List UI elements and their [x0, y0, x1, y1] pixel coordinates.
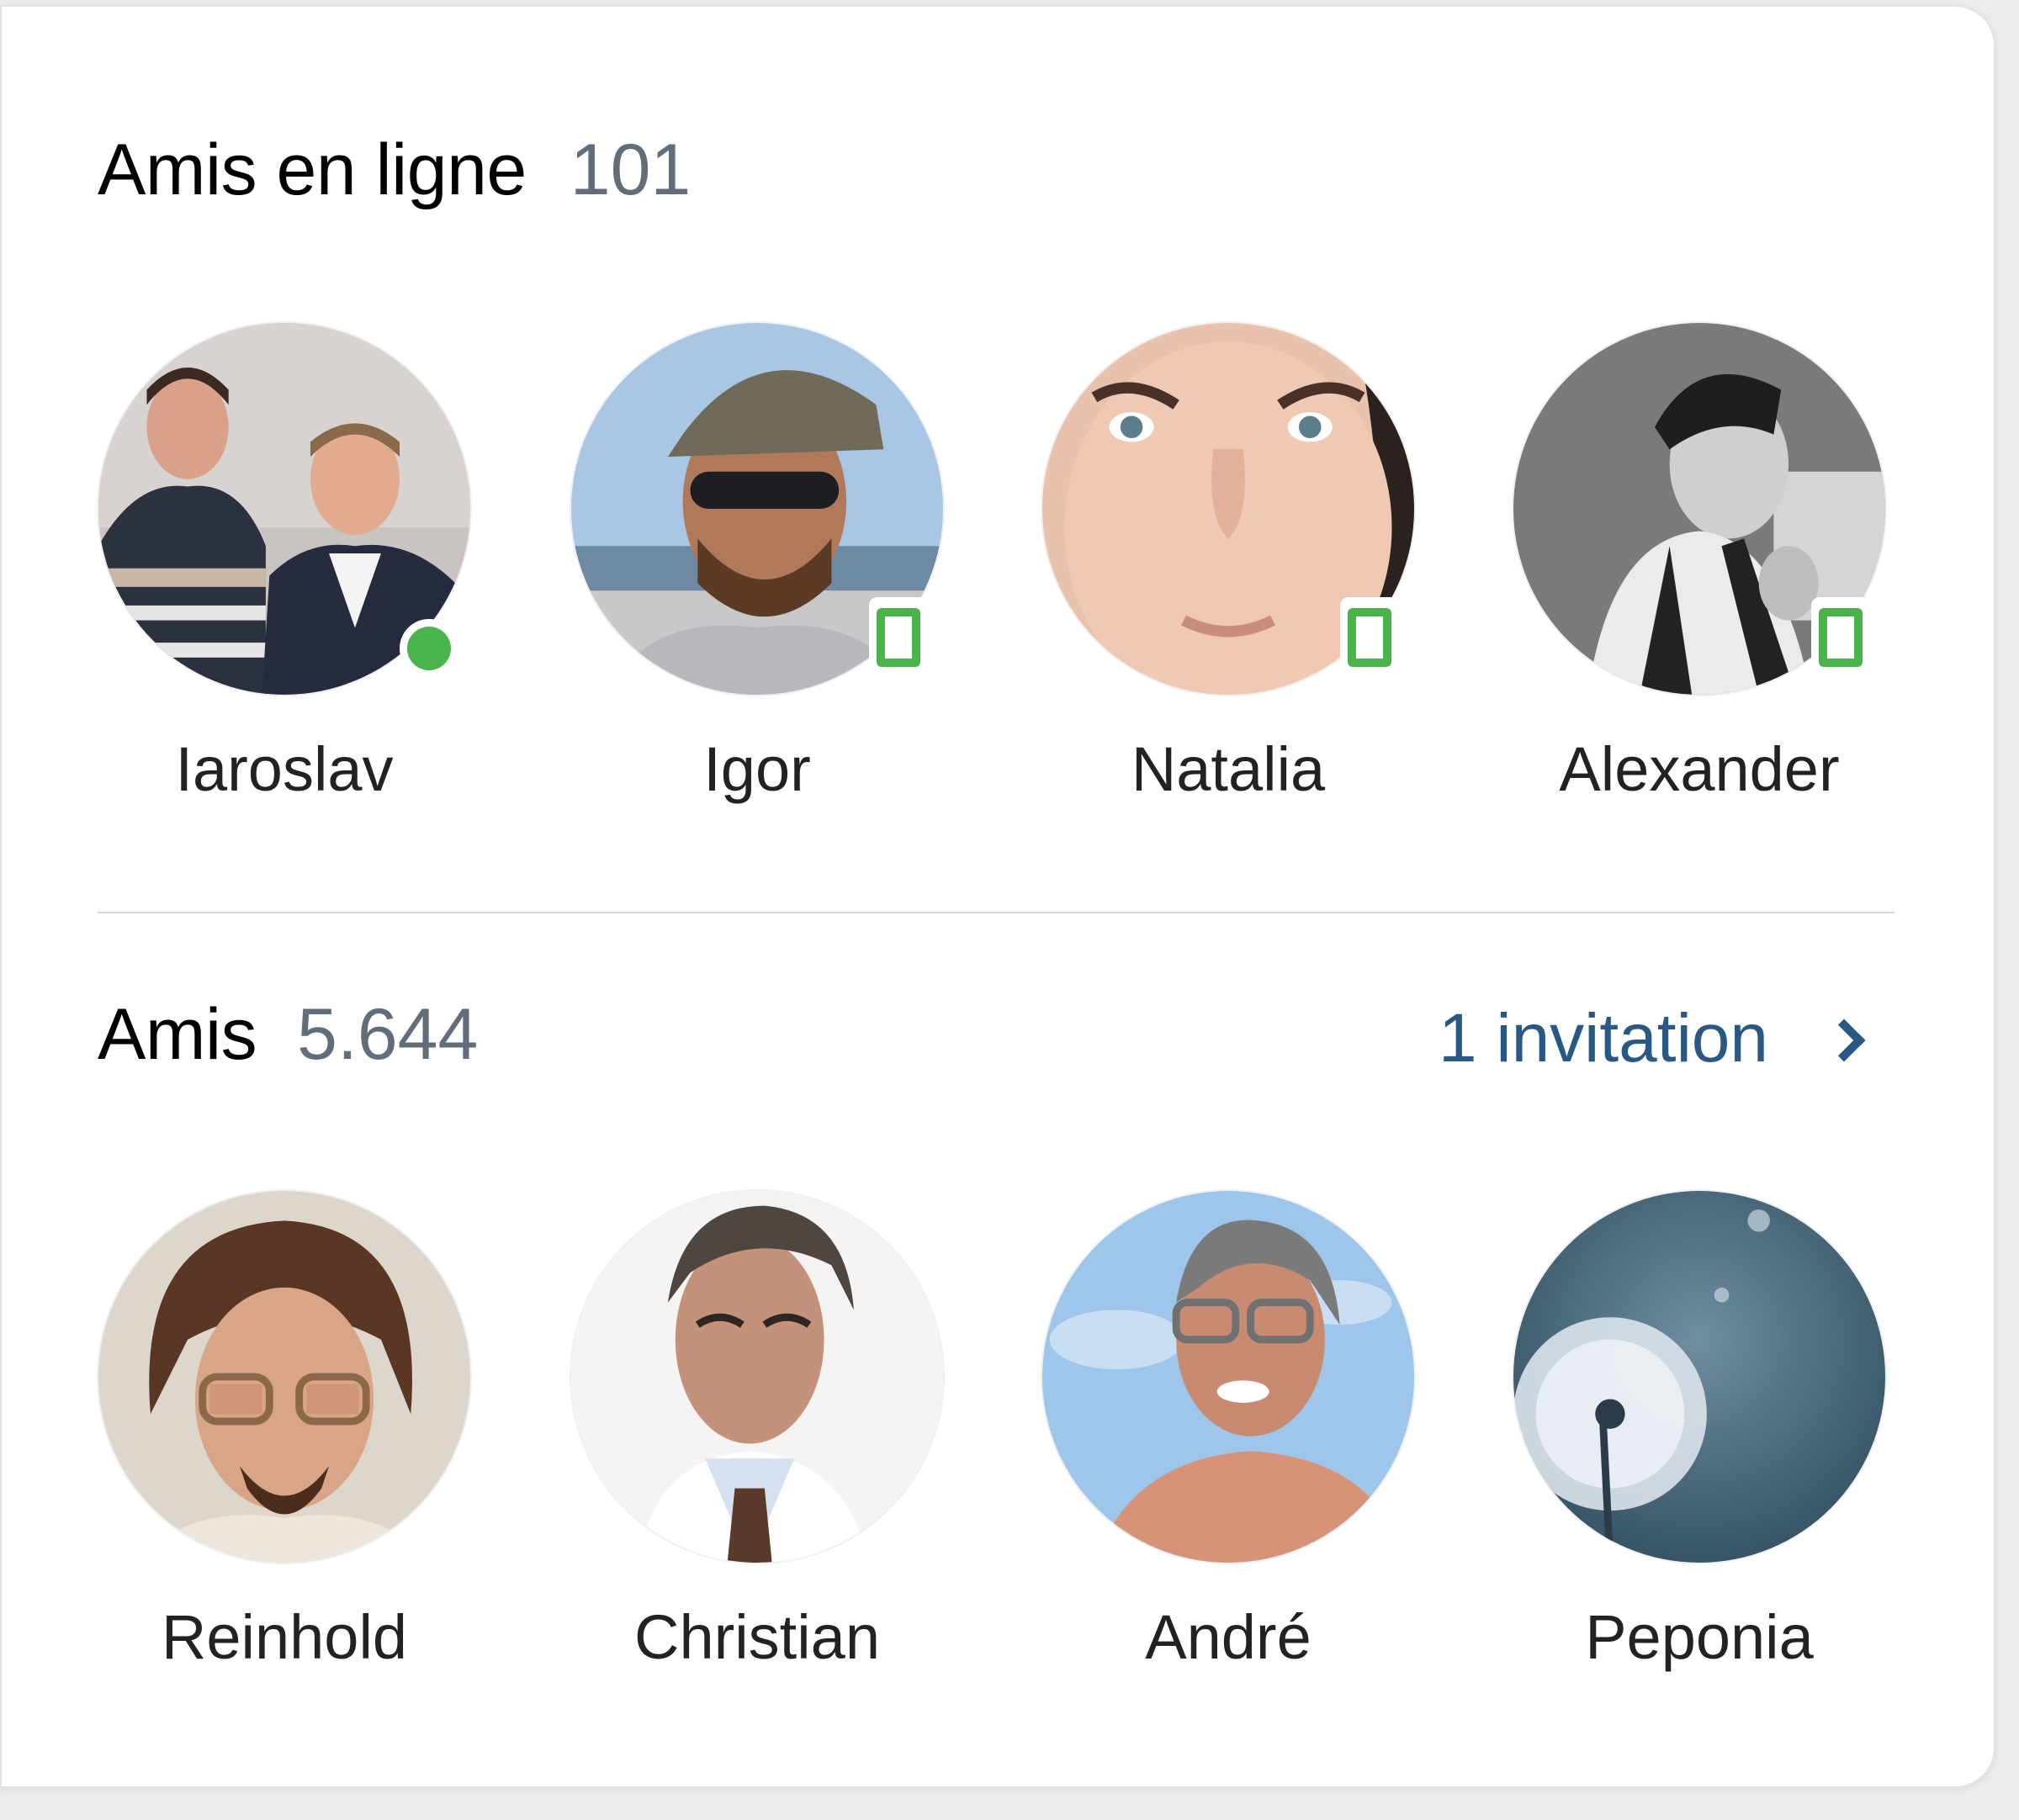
friend-name[interactable]: Peponia: [1585, 1601, 1814, 1673]
invitation-label[interactable]: 1 invitation: [1439, 999, 1768, 1078]
online-friend-igor[interactable]: Igor: [547, 321, 967, 805]
avatar-wrap: [1041, 1189, 1416, 1564]
friend-name[interactable]: Iaroslav: [175, 733, 393, 805]
mobile-status-icon: [1811, 597, 1870, 678]
friends-widget-card: Amis en ligne 101 Iaroslav Igor Natalia …: [0, 5, 1995, 1788]
avatar-wrap: [1041, 321, 1416, 696]
online-friend-natalia[interactable]: Natalia: [1018, 321, 1439, 805]
online-status-dot-icon: [400, 619, 458, 678]
online-friends-header[interactable]: Amis en ligne 101: [98, 129, 691, 212]
friend-reinhold[interactable]: Reinhold: [74, 1189, 495, 1673]
online-friends-title[interactable]: Amis en ligne: [98, 129, 527, 212]
friends-header[interactable]: Amis 5.644: [98, 993, 478, 1077]
friend-name[interactable]: Alexander: [1559, 733, 1839, 805]
friend-christian[interactable]: Christian: [547, 1189, 967, 1673]
online-friends-count: 101: [570, 130, 692, 210]
avatar-wrap: [1512, 1189, 1887, 1564]
online-friend-alexander[interactable]: Alexander: [1489, 321, 1910, 805]
avatar[interactable]: [1041, 1189, 1416, 1564]
avatar[interactable]: [1512, 1189, 1887, 1564]
friends-title[interactable]: Amis: [98, 993, 257, 1077]
avatar-wrap: [97, 1189, 472, 1564]
avatar-wrap: [570, 321, 945, 696]
friends-count: 5.644: [297, 994, 479, 1075]
friend-name[interactable]: Natalia: [1131, 733, 1325, 805]
avatar-wrap: [1512, 321, 1887, 696]
friend-name[interactable]: Igor: [703, 733, 811, 805]
avatar-wrap: [570, 1189, 945, 1564]
mobile-status-icon: [869, 597, 928, 678]
chevron-right-icon: [1822, 1018, 1866, 1062]
avatar[interactable]: [97, 1189, 472, 1564]
friend-name[interactable]: Reinhold: [162, 1601, 407, 1673]
section-divider: [98, 912, 1894, 913]
friend-peponia[interactable]: Peponia: [1489, 1189, 1910, 1673]
mobile-status-icon: [1340, 597, 1399, 678]
avatar[interactable]: [570, 1189, 945, 1564]
friend-andre[interactable]: André: [1018, 1189, 1439, 1673]
avatar-wrap: [97, 321, 472, 696]
online-friend-iaroslav[interactable]: Iaroslav: [74, 321, 495, 805]
friend-name[interactable]: André: [1145, 1601, 1311, 1673]
friend-name[interactable]: Christian: [634, 1601, 880, 1673]
invitation-link[interactable]: 1 invitation: [1439, 999, 1866, 1078]
